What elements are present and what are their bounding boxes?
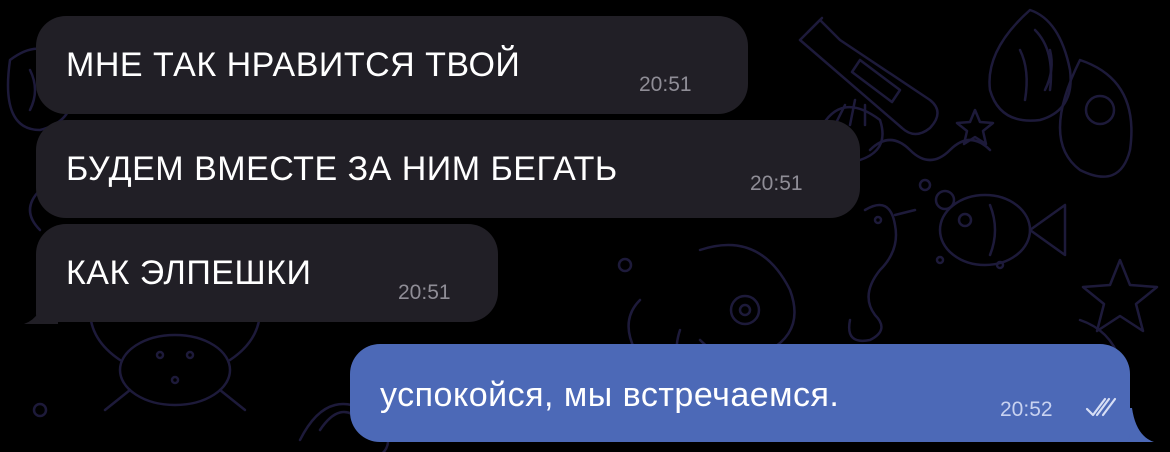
incoming-message-bubble[interactable]: БУДЕМ ВМЕСТЕ ЗА НИМ БЕГАТЬ 20:51	[36, 120, 860, 218]
message-time: 20:51	[398, 281, 451, 304]
incoming-message-bubble[interactable]: КАК ЭЛПЕШКИ 20:51	[36, 224, 498, 322]
message-time: 20:51	[639, 73, 692, 96]
starfish-doodle-icon	[1081, 258, 1159, 333]
message-text: КАК ЭЛПЕШКИ	[66, 254, 312, 292]
double-check-icon	[1085, 397, 1117, 417]
bottle-doodle-icon	[798, 16, 939, 136]
fish-doodle-icon	[935, 193, 1067, 270]
message-text: МНЕ ТАК НРАВИТСЯ ТВОЙ	[66, 46, 521, 84]
message-text: БУДЕМ ВМЕСТЕ ЗА НИМ БЕГАТЬ	[66, 150, 618, 188]
seahorse-doodle-icon	[847, 203, 917, 343]
incoming-message-bubble[interactable]: МНЕ ТАК НРАВИТСЯ ТВОЙ 20:51	[36, 16, 748, 114]
conch-doodle-icon	[1058, 58, 1133, 178]
message-time: 20:51	[750, 172, 803, 195]
wave-doodle-icon	[868, 138, 992, 162]
star-doodle-icon	[955, 108, 995, 146]
crab-doodle-icon	[88, 308, 262, 412]
message-time: 20:52	[1000, 398, 1053, 421]
message-text: успокойся, мы встречаемся.	[380, 376, 840, 414]
outgoing-message-bubble[interactable]: успокойся, мы встречаемся. 20:52	[350, 344, 1130, 442]
seashell-doodle-icon	[988, 8, 1072, 122]
